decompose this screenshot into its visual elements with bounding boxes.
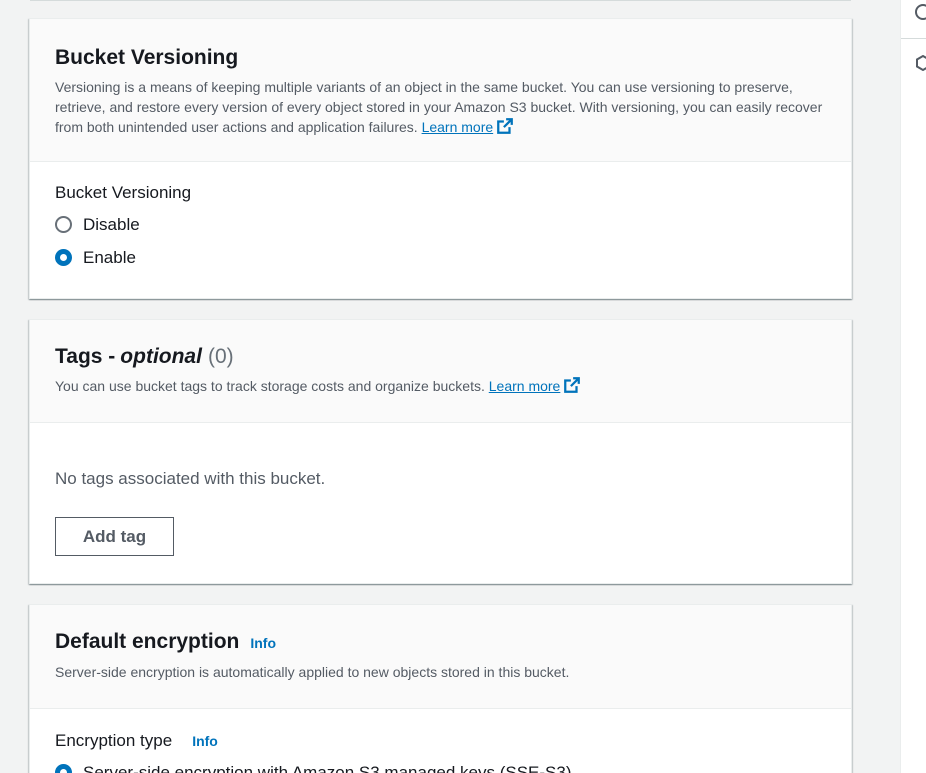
default-encryption-info-link[interactable]: Info bbox=[250, 628, 276, 658]
tags-panel: Tags - optional (0) You can use bucket t… bbox=[29, 319, 852, 584]
radio-enable-label: Enable bbox=[83, 247, 136, 267]
bucket-versioning-body: Bucket Versioning Disable Enable bbox=[30, 162, 851, 274]
versioning-learn-more-link[interactable]: Learn more bbox=[422, 119, 494, 135]
bucket-versioning-title-text: Bucket Versioning bbox=[55, 46, 239, 69]
help-icon[interactable] bbox=[915, 4, 926, 20]
versioning-radio-group: Disable Enable bbox=[55, 208, 827, 274]
versioning-option-disable[interactable]: Disable bbox=[55, 208, 827, 241]
tags-learn-more-text: Learn more bbox=[488, 378, 561, 394]
radio-disable-label: Disable bbox=[83, 214, 140, 234]
default-encryption-title: Default encryption Info bbox=[55, 627, 827, 658]
tags-title-text: Tags - bbox=[55, 345, 116, 368]
tags-empty-text: No tags associated with this bucket. bbox=[55, 469, 326, 488]
default-encryption-body: Encryption type Info Server-side encrypt… bbox=[30, 709, 851, 773]
tags-description-text: You can use bucket tags to track storage… bbox=[55, 378, 485, 394]
default-encryption-title-text: Default encryption bbox=[55, 630, 240, 653]
bucket-versioning-field-label: Bucket Versioning bbox=[55, 183, 192, 202]
default-encryption-description: Server-side encryption is automatically … bbox=[55, 664, 570, 680]
right-tools-bar bbox=[900, 0, 926, 773]
radio-disable[interactable] bbox=[55, 216, 72, 233]
encryption-type-info-link[interactable]: Info bbox=[192, 733, 218, 749]
tags-title: Tags - optional (0) bbox=[55, 342, 827, 372]
external-link-icon[interactable] bbox=[563, 376, 581, 394]
default-encryption-panel: Default encryption Info Server-side encr… bbox=[29, 604, 852, 773]
tags-title-optional: optional bbox=[120, 345, 202, 368]
radio-sse-s3[interactable] bbox=[55, 764, 72, 773]
external-link-icon[interactable] bbox=[496, 117, 514, 135]
encryption-option-sse-s3[interactable]: Server-side encryption with Amazon S3 ma… bbox=[55, 756, 827, 773]
settings-icon[interactable] bbox=[915, 54, 926, 72]
add-tag-button[interactable]: Add tag bbox=[55, 517, 174, 556]
versioning-option-enable[interactable]: Enable bbox=[55, 241, 827, 274]
bucket-versioning-description: Versioning is a means of keeping multipl… bbox=[55, 77, 827, 137]
bucket-versioning-title: Bucket Versioning bbox=[55, 43, 827, 73]
versioning-learn-more-text: Learn more bbox=[421, 119, 494, 135]
radio-sse-s3-label: Server-side encryption with Amazon S3 ma… bbox=[83, 762, 572, 773]
top-divider bbox=[30, 0, 851, 1]
default-encryption-header: Default encryption Info Server-side encr… bbox=[30, 605, 851, 709]
right-tools-divider bbox=[901, 38, 926, 39]
tags-body: No tags associated with this bucket. Add… bbox=[30, 423, 851, 556]
tags-count: (0) bbox=[207, 345, 234, 368]
encryption-type-label: Encryption type bbox=[55, 731, 173, 750]
radio-enable[interactable] bbox=[55, 249, 72, 266]
tags-header: Tags - optional (0) You can use bucket t… bbox=[30, 320, 851, 423]
tags-description: You can use bucket tags to track storage… bbox=[55, 376, 827, 396]
bucket-versioning-panel: Bucket Versioning Versioning is a means … bbox=[29, 18, 852, 299]
bucket-versioning-header: Bucket Versioning Versioning is a means … bbox=[30, 19, 851, 162]
tags-learn-more-link[interactable]: Learn more bbox=[489, 378, 561, 394]
